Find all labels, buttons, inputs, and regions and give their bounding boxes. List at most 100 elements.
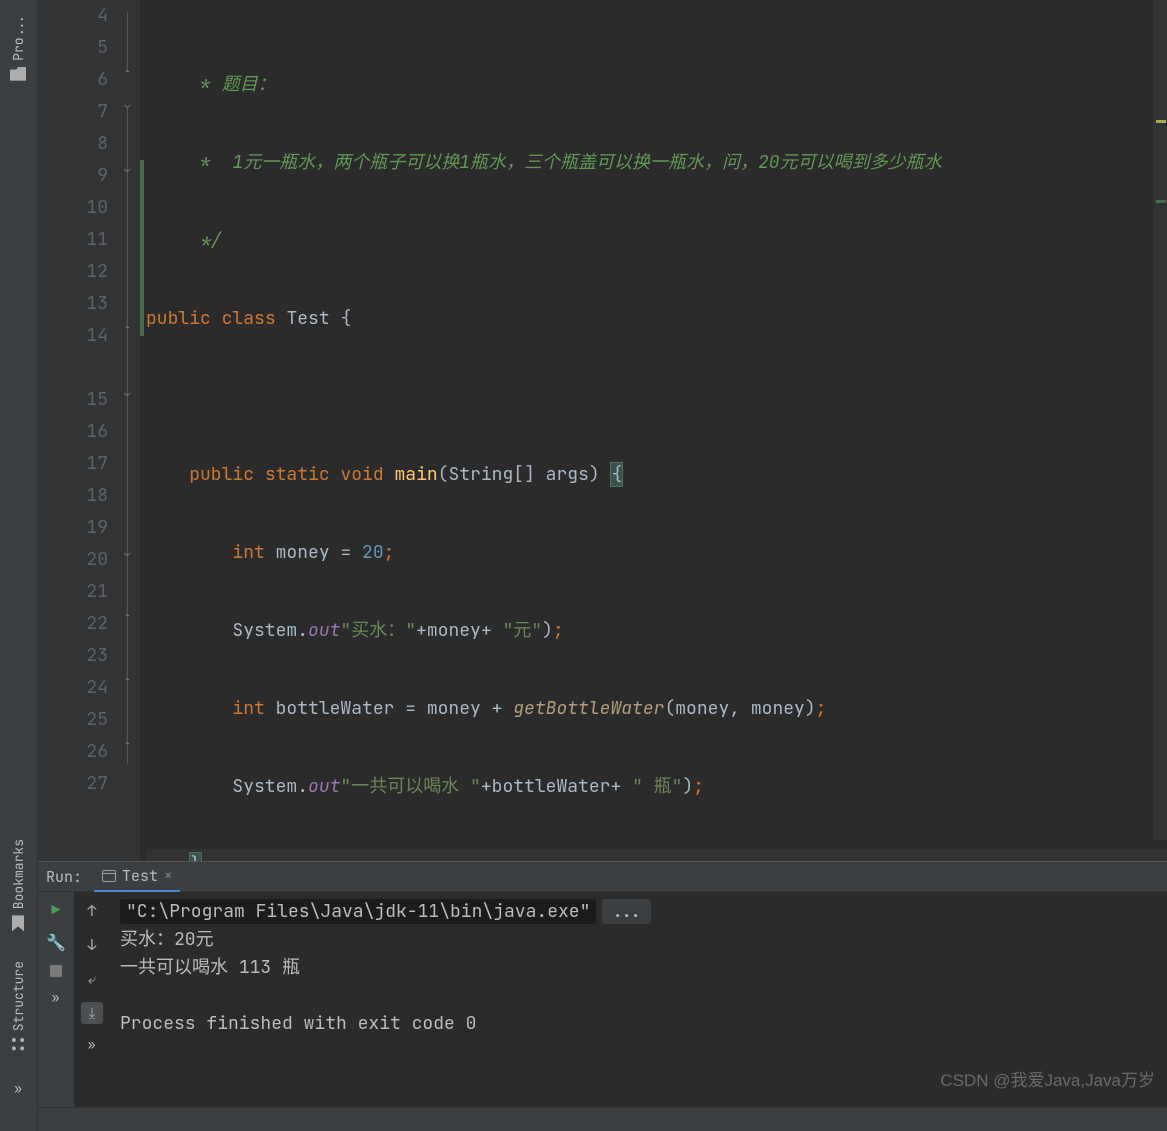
fold-end-icon[interactable]: ⌃ [122, 612, 133, 623]
line-number[interactable]: 9 [38, 160, 108, 192]
soft-wrap-icon[interactable]: ⤶ [81, 968, 103, 990]
field: out [308, 775, 340, 798]
line-number[interactable]: 26 [38, 736, 108, 768]
line-number[interactable]: 24 [38, 672, 108, 704]
more-console-actions[interactable]: » [88, 1036, 97, 1053]
line-number[interactable]: 8 [38, 128, 108, 160]
more-run-actions[interactable]: » [52, 989, 61, 1006]
keyword: int [232, 541, 264, 564]
fold-end-icon[interactable]: ⌃ [122, 740, 133, 751]
field: out [308, 619, 340, 642]
line-number[interactable]: 11 [38, 224, 108, 256]
method-call: getBottleWater [513, 697, 664, 720]
line-number[interactable]: 23 [38, 640, 108, 672]
fold-start-icon[interactable]: ⌄ [122, 100, 133, 111]
up-icon[interactable]: ↑ [81, 900, 103, 922]
line-number[interactable]: 7 [38, 96, 108, 128]
vcs-change-marker[interactable] [140, 160, 144, 336]
line-spacer [38, 352, 108, 384]
line-number[interactable]: 10 [38, 192, 108, 224]
project-tool-tab[interactable]: Pro... [8, 8, 29, 87]
line-number[interactable]: 17 [38, 448, 108, 480]
line-number[interactable]: 19 [38, 512, 108, 544]
down-icon[interactable]: ↓ [81, 934, 103, 956]
project-label: Pro... [10, 14, 27, 61]
class-name: Test [286, 307, 329, 330]
line-number[interactable]: 25 [38, 704, 108, 736]
stdout-line: 一共可以喝水 113 瓶 [120, 954, 1157, 982]
close-icon[interactable]: × [164, 867, 172, 885]
signature: (String[] args) [438, 463, 611, 486]
var: money [276, 541, 330, 564]
watermark: CSDN @我爱Java,Java万岁 [940, 1066, 1155, 1091]
left-tool-strip: Pro... Bookmarks Structure » [0, 0, 38, 1131]
fold-column[interactable]: ⌃ ⌄ ⌄ ⌃ ⌄ ⌄ ⌃ ⌃ ⌃ [118, 0, 140, 861]
brace-highlight: { [610, 462, 623, 487]
line-number[interactable]: 13 [38, 288, 108, 320]
var: bottleWater [276, 697, 395, 720]
run-tab-label: Test [122, 866, 158, 886]
scroll-end-icon[interactable]: ⤓ [81, 1002, 103, 1024]
structure-tool-tab[interactable]: Structure [8, 955, 29, 1057]
line-number[interactable]: 14 [38, 320, 108, 352]
fold-start-icon[interactable]: ⌄ [122, 164, 133, 175]
line-number[interactable]: 16 [38, 416, 108, 448]
command-line: "C:\Program Files\Java\jdk-11\bin\java.e… [120, 899, 596, 924]
string: "一共可以喝水 " [340, 775, 480, 798]
keyword: public [146, 307, 211, 330]
string: "买水：" [340, 619, 416, 642]
fold-end-icon[interactable]: ⌃ [122, 324, 133, 335]
fold-end-icon[interactable]: ⌃ [122, 676, 133, 687]
warning-marker[interactable] [1156, 120, 1166, 123]
editor-area: 4 5 6 7 8 9 10 11 12 13 14 15 16 17 18 1… [38, 0, 1167, 1131]
current-line[interactable]: } [146, 849, 1167, 861]
code-content[interactable]: * 题目： * 1元一瓶水，两个瓶子可以换1瓶水，三个瓶盖可以换一瓶水，问，20… [140, 0, 1167, 861]
line-number[interactable]: 5 [38, 32, 108, 64]
line-number[interactable]: 27 [38, 768, 108, 800]
string: "元" [492, 619, 542, 642]
bookmark-icon [13, 915, 25, 931]
line-number[interactable]: 15 [38, 384, 108, 416]
fold-start-icon[interactable]: ⌄ [122, 548, 133, 559]
keyword: static [265, 463, 330, 486]
line-number[interactable]: 22 [38, 608, 108, 640]
run-label: Run: [46, 867, 82, 887]
fold-end-icon[interactable]: ⌃ [122, 68, 133, 79]
app-icon [102, 870, 116, 882]
bookmarks-label: Bookmarks [10, 839, 27, 909]
keyword: class [222, 307, 276, 330]
stdout-line: 买水：20元 [120, 926, 1157, 954]
method-name: main [394, 463, 437, 486]
rerun-icon[interactable]: ▶ [51, 900, 60, 920]
exit-line: Process finished with exit code 0 [120, 1010, 1157, 1038]
structure-icon [12, 1037, 26, 1051]
run-tab[interactable]: Test × [94, 862, 180, 892]
line-number[interactable]: 6 [38, 64, 108, 96]
more-tool-tabs[interactable]: » [14, 1080, 23, 1097]
brace: { [340, 307, 351, 330]
comment: * 1元一瓶水，两个瓶子可以换1瓶水，三个瓶盖可以换一瓶水，问，20元可以喝到多… [146, 151, 942, 174]
brace-highlight: } [189, 852, 202, 861]
error-stripe[interactable] [1153, 0, 1167, 840]
change-marker[interactable] [1156, 200, 1166, 203]
status-bar[interactable] [38, 1107, 1167, 1131]
wrench-icon[interactable]: 🔧 [46, 932, 66, 953]
keyword: int [232, 697, 264, 720]
line-gutter[interactable]: 4 5 6 7 8 9 10 11 12 13 14 15 16 17 18 1… [38, 0, 118, 861]
line-number[interactable]: 21 [38, 576, 108, 608]
run-header: Run: Test × [38, 862, 1167, 892]
line-number[interactable]: 12 [38, 256, 108, 288]
line-number[interactable]: 18 [38, 480, 108, 512]
stop-icon[interactable] [50, 965, 62, 977]
console-output[interactable]: "C:\Program Files\Java\jdk-11\bin\java.e… [110, 892, 1167, 1131]
console-toolbar: ↑ ↓ ⤶ ⤓ » [74, 892, 110, 1131]
fold-start-icon[interactable]: ⌄ [122, 388, 133, 399]
code-area[interactable]: 4 5 6 7 8 9 10 11 12 13 14 15 16 17 18 1… [38, 0, 1167, 861]
ellipsis-button[interactable]: ... [602, 899, 650, 924]
comment: */ [146, 229, 222, 252]
keyword: public [189, 463, 254, 486]
line-number[interactable]: 4 [38, 0, 108, 32]
line-number[interactable]: 20 [38, 544, 108, 576]
comment: * 题目： [146, 73, 276, 96]
bookmarks-tool-tab[interactable]: Bookmarks [8, 833, 29, 937]
